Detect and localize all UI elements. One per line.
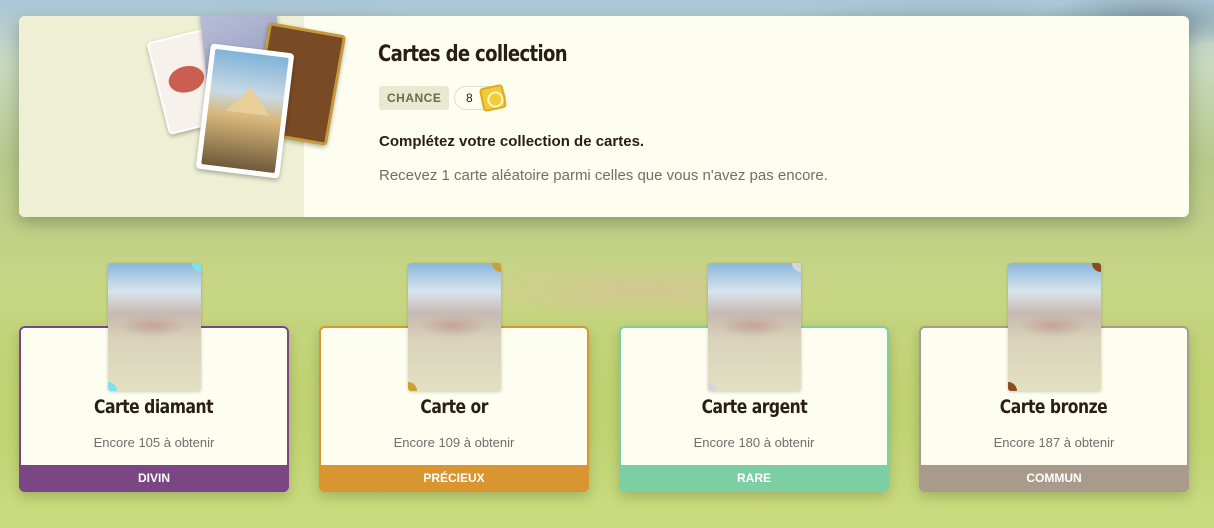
card-argent[interactable]: Carte argent Encore 180 à obtenir RARE [619,263,889,492]
corner-gem [108,382,117,391]
ticket-icon [478,83,508,113]
card-stack-illustration [19,16,347,217]
card-remaining: Encore 180 à obtenir [693,435,815,450]
collection-panel: Cartes de collection CHANCE 8 Complétez … [19,16,1189,217]
card-name: Carte diamant [94,396,214,418]
panel-title: Cartes de collection [378,42,568,67]
corner-gem [192,263,201,272]
panel-subtitle: Complétez votre collection de cartes. [379,133,645,150]
card-remaining: Encore 105 à obtenir [93,435,215,450]
stack-card-pyramid [195,43,295,179]
rarity-footer: COMMUN [919,465,1189,492]
card-bronze[interactable]: Carte bronze Encore 187 à obtenir COMMUN [919,263,1189,492]
rarity-footer: PRÉCIEUX [319,465,589,492]
corner-gem [492,263,501,272]
card-remaining: Encore 187 à obtenir [993,435,1115,450]
card-name: Carte bronze [1000,396,1108,418]
card-thumbnail [408,263,501,391]
chance-label: CHANCE [379,86,450,110]
corner-gem [1092,263,1101,272]
corner-gem [408,382,417,391]
card-thumbnail [1008,263,1101,391]
card-or[interactable]: Carte or Encore 109 à obtenir PRÉCIEUX [319,263,589,492]
card-diamant[interactable]: Carte diamant Encore 105 à obtenir DIVIN [19,263,289,492]
rarity-footer: RARE [619,465,889,492]
corner-gem [792,263,801,272]
card-remaining: Encore 109 à obtenir [393,435,515,450]
card-name: Carte argent [701,396,807,418]
panel-description: Recevez 1 carte aléatoire parmi celles q… [379,167,828,184]
card-thumbnail [108,263,201,391]
chance-value: 8 [466,91,473,105]
chance-value-pill: 8 [454,83,508,113]
corner-gem [1008,382,1017,391]
card-thumbnail [708,263,801,391]
corner-gem [708,382,717,391]
rarity-footer: DIVIN [19,465,289,492]
card-name: Carte or [420,396,488,418]
